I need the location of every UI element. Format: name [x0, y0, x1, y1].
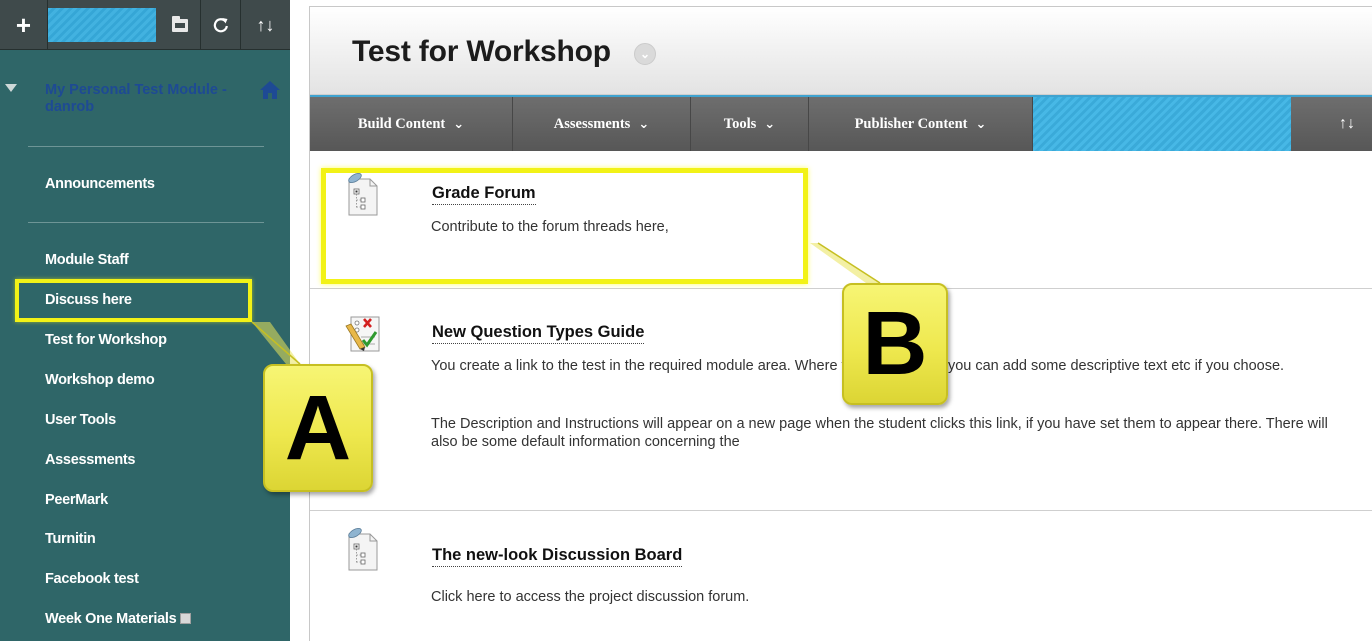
menu-label: Publisher Content — [854, 115, 968, 132]
menu-label: Assessments — [553, 115, 631, 132]
blackboard-course-page: + ↑↓ My Personal Test Module - danrob An… — [0, 0, 1372, 641]
plus-icon: + — [15, 9, 32, 40]
sidebar-item-module-staff[interactable]: Module Staff — [45, 252, 129, 268]
publisher-content-menu[interactable]: Publisher Content ⌄ — [809, 97, 1033, 151]
page-title: Test for Workshop — [352, 35, 611, 68]
content-area: Test for Workshop ⌄ Build Content ⌄ Asses… — [309, 6, 1372, 641]
item-title-link[interactable]: New Question Types Guide — [432, 323, 645, 344]
discussion-forum-icon — [348, 528, 378, 571]
item-title-link[interactable]: The new-look Discussion Board — [432, 546, 683, 567]
page-header: Test for Workshop ⌄ — [310, 7, 1372, 95]
add-menu-item-button[interactable]: + — [0, 0, 48, 50]
sidebar-item-peermark[interactable]: PeerMark — [45, 492, 108, 508]
highlight-box-b — [321, 168, 808, 284]
folder-icon — [172, 15, 188, 32]
sidebar-item-assessments[interactable]: Assessments — [45, 452, 136, 468]
home-icon[interactable] — [259, 80, 281, 100]
callout-label-a: A — [263, 364, 373, 492]
menu-divider — [28, 146, 264, 147]
sidebar-item-test-for-workshop[interactable]: Test for Workshop — [45, 332, 167, 348]
item-description: The Description and Instructions will ap… — [431, 416, 1328, 450]
chevron-down-icon: ⌄ — [764, 116, 776, 132]
item-description: Click here to access the project discuss… — [431, 589, 750, 605]
reorder-content-button[interactable]: ↑↓ — [1291, 97, 1372, 151]
sort-arrows-icon: ↑↓ — [256, 14, 275, 35]
sidebar-item-label: Week One Materials — [45, 611, 177, 627]
sidebar-item-turnitin[interactable]: Turnitin — [45, 531, 96, 547]
build-content-menu[interactable]: Build Content ⌄ — [310, 97, 513, 151]
course-menu-sidebar: + ↑↓ My Personal Test Module - danrob An… — [0, 0, 290, 641]
test-assessment-icon — [345, 316, 380, 352]
chevron-down-icon: ⌄ — [975, 116, 987, 132]
course-menu-toolbar: + ↑↓ — [0, 0, 290, 50]
chevron-down-icon: ⌄ — [453, 116, 465, 132]
redacted-area — [48, 8, 156, 42]
title-options-chevron-icon[interactable]: ⌄ — [634, 43, 656, 65]
module-header[interactable]: My Personal Test Module - danrob — [0, 76, 290, 126]
sidebar-item-workshop-demo[interactable]: Workshop demo — [45, 372, 155, 388]
menu-divider — [28, 222, 264, 223]
chevron-down-icon: ⌄ — [638, 116, 650, 132]
sidebar-item-facebook-test[interactable]: Facebook test — [45, 571, 139, 587]
tools-menu[interactable]: Tools ⌄ — [691, 97, 809, 151]
redacted-area — [1033, 97, 1291, 151]
action-bar: Build Content ⌄ Assessments ⌄ Tools ⌄ Publi… — [310, 95, 1372, 151]
content-item: The new-look Discussion Board Click here… — [310, 511, 1372, 641]
highlight-box-a — [15, 279, 252, 322]
sidebar-item-announcements[interactable]: Announcements — [45, 176, 155, 192]
sidebar-item-user-tools[interactable]: User Tools — [45, 412, 116, 428]
refresh-button[interactable] — [200, 0, 240, 50]
sort-arrows-icon: ↑↓ — [1339, 115, 1355, 132]
folder-view-button[interactable] — [160, 0, 200, 50]
module-title[interactable]: My Personal Test Module - danrob — [45, 82, 255, 116]
refresh-icon — [213, 18, 228, 33]
sidebar-item-week-one-materials[interactable]: Week One Materials — [45, 611, 192, 627]
assessments-menu[interactable]: Assessments ⌄ — [513, 97, 691, 151]
content-item: New Question Types Guide You create a li… — [310, 289, 1372, 511]
menu-label: Tools — [723, 115, 757, 132]
menu-label: Build Content — [357, 115, 446, 132]
callout-label-b: B — [842, 283, 948, 405]
content-page-icon — [180, 613, 192, 624]
reorder-menu-button[interactable]: ↑↓ — [240, 0, 290, 50]
collapse-triangle-icon[interactable] — [5, 84, 17, 92]
